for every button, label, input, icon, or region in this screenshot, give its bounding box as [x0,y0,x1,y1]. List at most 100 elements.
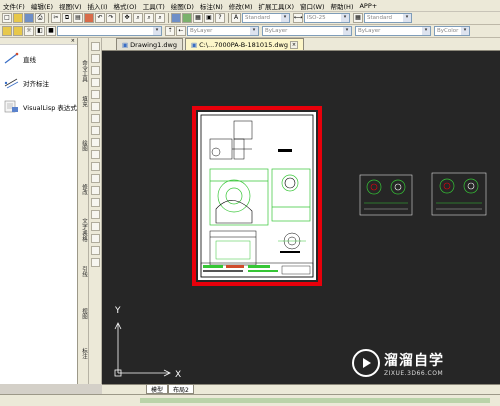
line-icon[interactable] [91,42,100,51]
ellipse-arc-icon[interactable] [91,162,100,171]
palette-tab[interactable]: 填充 [79,96,88,107]
tool-palette-panel: × 直线 对齐标注 VisualLisp 表达式 [0,38,78,384]
plot-style-combo[interactable]: ByColor ▾ [434,26,470,36]
color-combo[interactable]: ByLayer ▾ [187,26,259,36]
palette-tab[interactable]: 标注 [79,348,88,359]
redo-icon[interactable]: ↷ [106,13,116,23]
menu-item[interactable]: 格式(O) [111,1,140,11]
gradient-icon[interactable] [91,222,100,231]
lock-icon[interactable]: ◧ [35,26,45,36]
drawing-sheet [198,112,316,280]
make-block-icon[interactable] [91,186,100,195]
region-icon[interactable] [91,234,100,243]
color-square-icon[interactable]: ■ [46,26,56,36]
drawing-svg: Y X [114,106,487,380]
hatch-icon[interactable] [91,210,100,219]
zoom-window-icon[interactable]: ⌕ [144,13,154,23]
menu-item[interactable]: 帮助(H) [328,1,357,11]
new-file-icon[interactable]: □ [2,13,12,23]
draw-toolbar [89,38,102,384]
menu-item[interactable]: 修改(M) [226,1,256,11]
calculator-icon[interactable]: ▣ [204,13,214,23]
menu-item[interactable]: 编辑(E) [28,1,56,11]
tool-palette-icon[interactable]: ▦ [193,13,203,23]
table-style-value: Standard [367,15,393,21]
menu-item[interactable]: 绘图(D) [168,1,197,11]
watermark: 溜溜自学 ZIXUE.3D66.COM [352,340,470,384]
properties-icon[interactable] [171,13,181,23]
palette-item-line[interactable]: 直线 [3,52,36,65]
menu-item[interactable]: APP+ [356,2,380,10]
match-properties-icon[interactable] [84,13,94,23]
open-file-icon[interactable] [13,13,23,23]
lineweight-combo[interactable]: ByLayer ▾ [355,26,431,36]
tab-model[interactable]: 模型 [146,385,169,394]
palette-tab[interactable]: 修改 [79,184,88,195]
palette-item-aligned-dimension[interactable]: 对齐标注 [3,76,49,89]
document-tabs: ▣ Drawing1.dwg ▣ C:\...7000PA-B-181015.d… [102,38,500,51]
linetype-combo[interactable]: ByLayer ▾ [262,26,352,36]
circle-icon[interactable] [91,114,100,123]
tab-layout2[interactable]: 布局2 [168,385,194,394]
palette-item-visuallisp[interactable]: VisualLisp 表达式 [3,100,77,113]
text-style-combo[interactable]: Standard ▾ [242,13,290,23]
close-icon[interactable]: × [289,40,298,49]
menu-item[interactable]: 插入(I) [85,1,111,11]
zoom-realtime-icon[interactable]: ⌕ [133,13,143,23]
dim-style-icon[interactable]: ⟷ [293,13,303,23]
menu-item[interactable]: 扩展工具(X) [255,1,297,11]
spline-icon[interactable] [91,138,100,147]
cut-icon[interactable]: ✂ [51,13,61,23]
palette-tab[interactable]: 命令工具 [79,60,88,82]
table-icon[interactable] [91,246,100,255]
save-icon[interactable] [24,13,34,23]
caption-bar [280,251,300,253]
undo-icon[interactable]: ↶ [95,13,105,23]
layer-combo[interactable]: ▾ [57,26,162,36]
ellipse-icon[interactable] [91,150,100,159]
palette-tab[interactable]: 视图 [79,308,88,319]
help-icon[interactable]: ? [215,13,225,23]
text-style-value: Standard [245,15,271,21]
line-tool-icon [4,52,19,64]
polyline-icon[interactable] [91,66,100,75]
menu-item[interactable]: 文件(F) [0,1,28,11]
close-icon[interactable]: × [71,38,75,44]
menu-item[interactable]: 视图(V) [56,1,85,11]
insert-block-icon[interactable] [91,174,100,183]
make-current-icon[interactable]: ⇡ [165,26,175,36]
text-style-icon[interactable]: A [231,13,241,23]
menu-item[interactable]: 标注(N) [197,1,226,11]
tab-drawing1[interactable]: ▣ Drawing1.dwg [116,38,183,50]
menu-item[interactable]: 工具(T) [140,1,168,11]
point-icon[interactable] [91,198,100,207]
tab-active-drawing[interactable]: ▣ C:\...7000PA-B-181015.dwg × [184,38,304,50]
polygon-icon[interactable] [91,78,100,87]
layer-previous-icon[interactable]: ⇠ [176,26,186,36]
layer-manager-icon[interactable] [2,26,12,36]
palette-tab[interactable]: 引线 [79,266,88,277]
layer-state-icon[interactable] [13,26,23,36]
menu-item[interactable]: 窗口(W) [297,1,328,11]
print-icon[interactable]: ⎙ [35,13,45,23]
dim-style-combo[interactable]: ISO-25 ▾ [304,13,350,23]
pan-icon[interactable]: ✥ [122,13,132,23]
construction-line-icon[interactable] [91,54,100,63]
copy-icon[interactable]: ⧉ [62,13,72,23]
table-style-icon[interactable]: ▦ [353,13,363,23]
zoom-previous-icon[interactable]: ⌕ [155,13,165,23]
rectangle-icon[interactable] [91,90,100,99]
chevron-down-icon: ▾ [461,27,469,35]
palette-tab[interactable]: 绘图 [79,140,88,151]
status-strip [140,398,490,403]
sun-icon[interactable]: ☼ [24,26,34,36]
design-center-icon[interactable] [182,13,192,23]
ucs-icon [114,322,171,377]
drawing-canvas[interactable]: Y X 溜溜自学 ZIXUE.3D66.COM [102,51,500,384]
table-style-combo[interactable]: Standard ▾ [364,13,412,23]
revision-cloud-icon[interactable] [91,126,100,135]
arc-icon[interactable] [91,102,100,111]
palette-tab[interactable]: 文字/表格 [79,218,88,242]
paste-icon[interactable]: ▤ [73,13,83,23]
mtext-icon[interactable] [91,258,100,267]
